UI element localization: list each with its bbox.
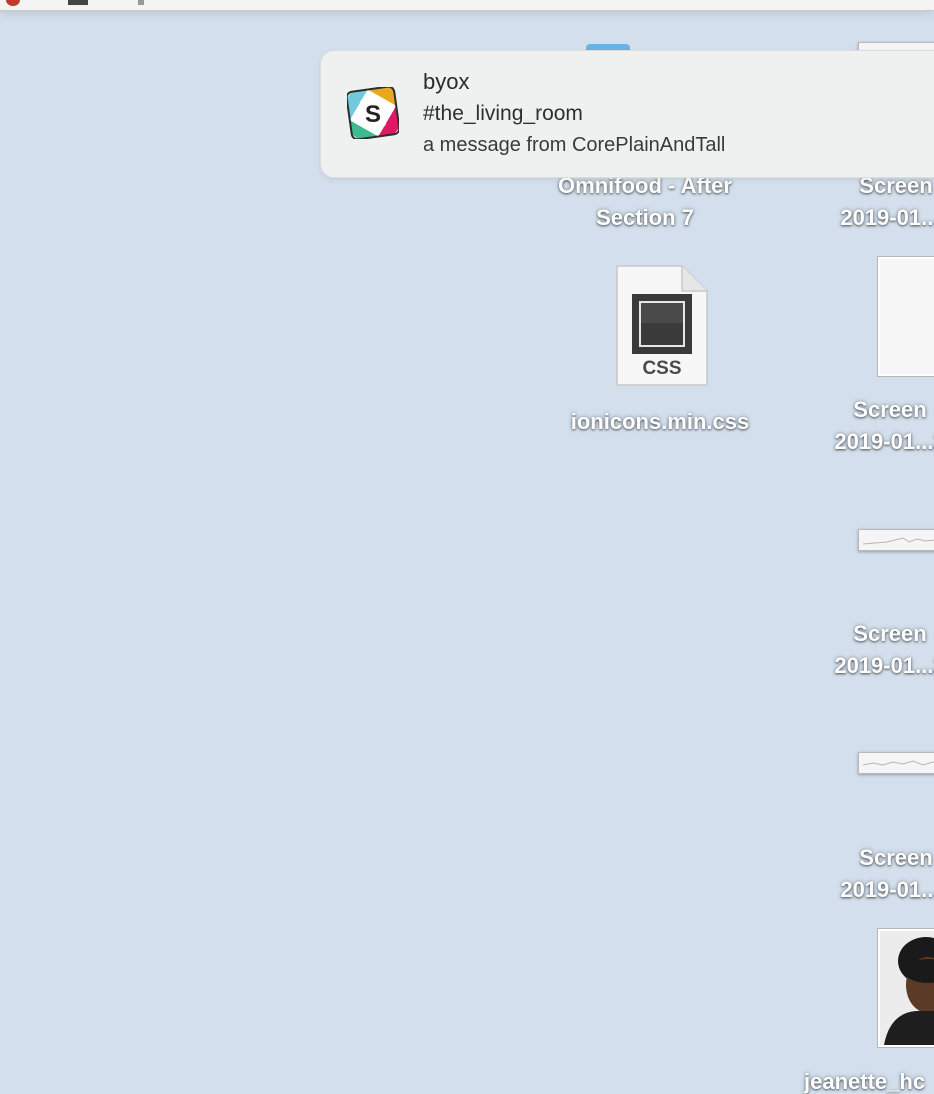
screenshot-thumbnail-icon[interactable] [858, 529, 934, 551]
screenshot-thumbnail-icon[interactable] [877, 256, 934, 377]
app-menu-icon[interactable] [6, 0, 20, 6]
desktop-item-label: 2019-01...2 [840, 205, 934, 230]
desktop-item-label: Screen [853, 621, 927, 646]
notification-title: byox [423, 69, 470, 94]
desktop-item-label: jeanette_hc [804, 1069, 926, 1094]
photo-thumbnail-icon[interactable] [877, 928, 934, 1048]
desktop: S byox #the_living_room a message from C… [0, 0, 934, 1094]
slack-icon: S [347, 87, 399, 139]
desktop-item-omnifood-label[interactable]: Omnifood - After Section 7 [530, 170, 760, 234]
desktop-item-label: 2019-01...8 [840, 877, 934, 902]
person-photo [880, 931, 934, 1045]
screenshot-thumbnail-icon[interactable] [858, 752, 934, 774]
desktop-item-css-label[interactable]: ionicons.min.css [540, 406, 780, 438]
desktop-item-label: 2019-01...2 [834, 429, 934, 454]
menu-bar [0, 0, 934, 11]
desktop-item-label: Screen [859, 845, 933, 870]
desktop-item-screenshot-label[interactable]: Screen 2019-01...2 [800, 394, 934, 458]
desktop-item-screenshot-label[interactable]: Screen 2019-01...8 [806, 842, 934, 906]
svg-text:S: S [365, 101, 381, 128]
notification-channel: #the_living_room [423, 102, 583, 125]
desktop-item-label: ionicons.min.css [570, 409, 750, 434]
css-file-badge: CSS [642, 358, 682, 379]
screenshot-preview [862, 537, 934, 545]
menu-bar-icon[interactable] [68, 0, 88, 5]
desktop-item-label: Section 7 [596, 205, 694, 230]
desktop-item-label: Screen [853, 397, 927, 422]
desktop-item-photo-label[interactable]: jeanette_hc [804, 1066, 934, 1094]
desktop-item-label: 2019-01...2 [834, 653, 934, 678]
desktop-item-screenshot-label[interactable]: Screen 2019-01...2 [806, 170, 934, 234]
notification-banner[interactable]: S byox #the_living_room a message from C… [320, 50, 934, 178]
desktop-item-screenshot-label[interactable]: Screen 2019-01...2 [800, 618, 934, 682]
menu-bar-arrow-icon[interactable] [138, 0, 144, 5]
notification-message: a message from CorePlainAndTall [423, 134, 726, 156]
screenshot-preview [862, 760, 934, 766]
